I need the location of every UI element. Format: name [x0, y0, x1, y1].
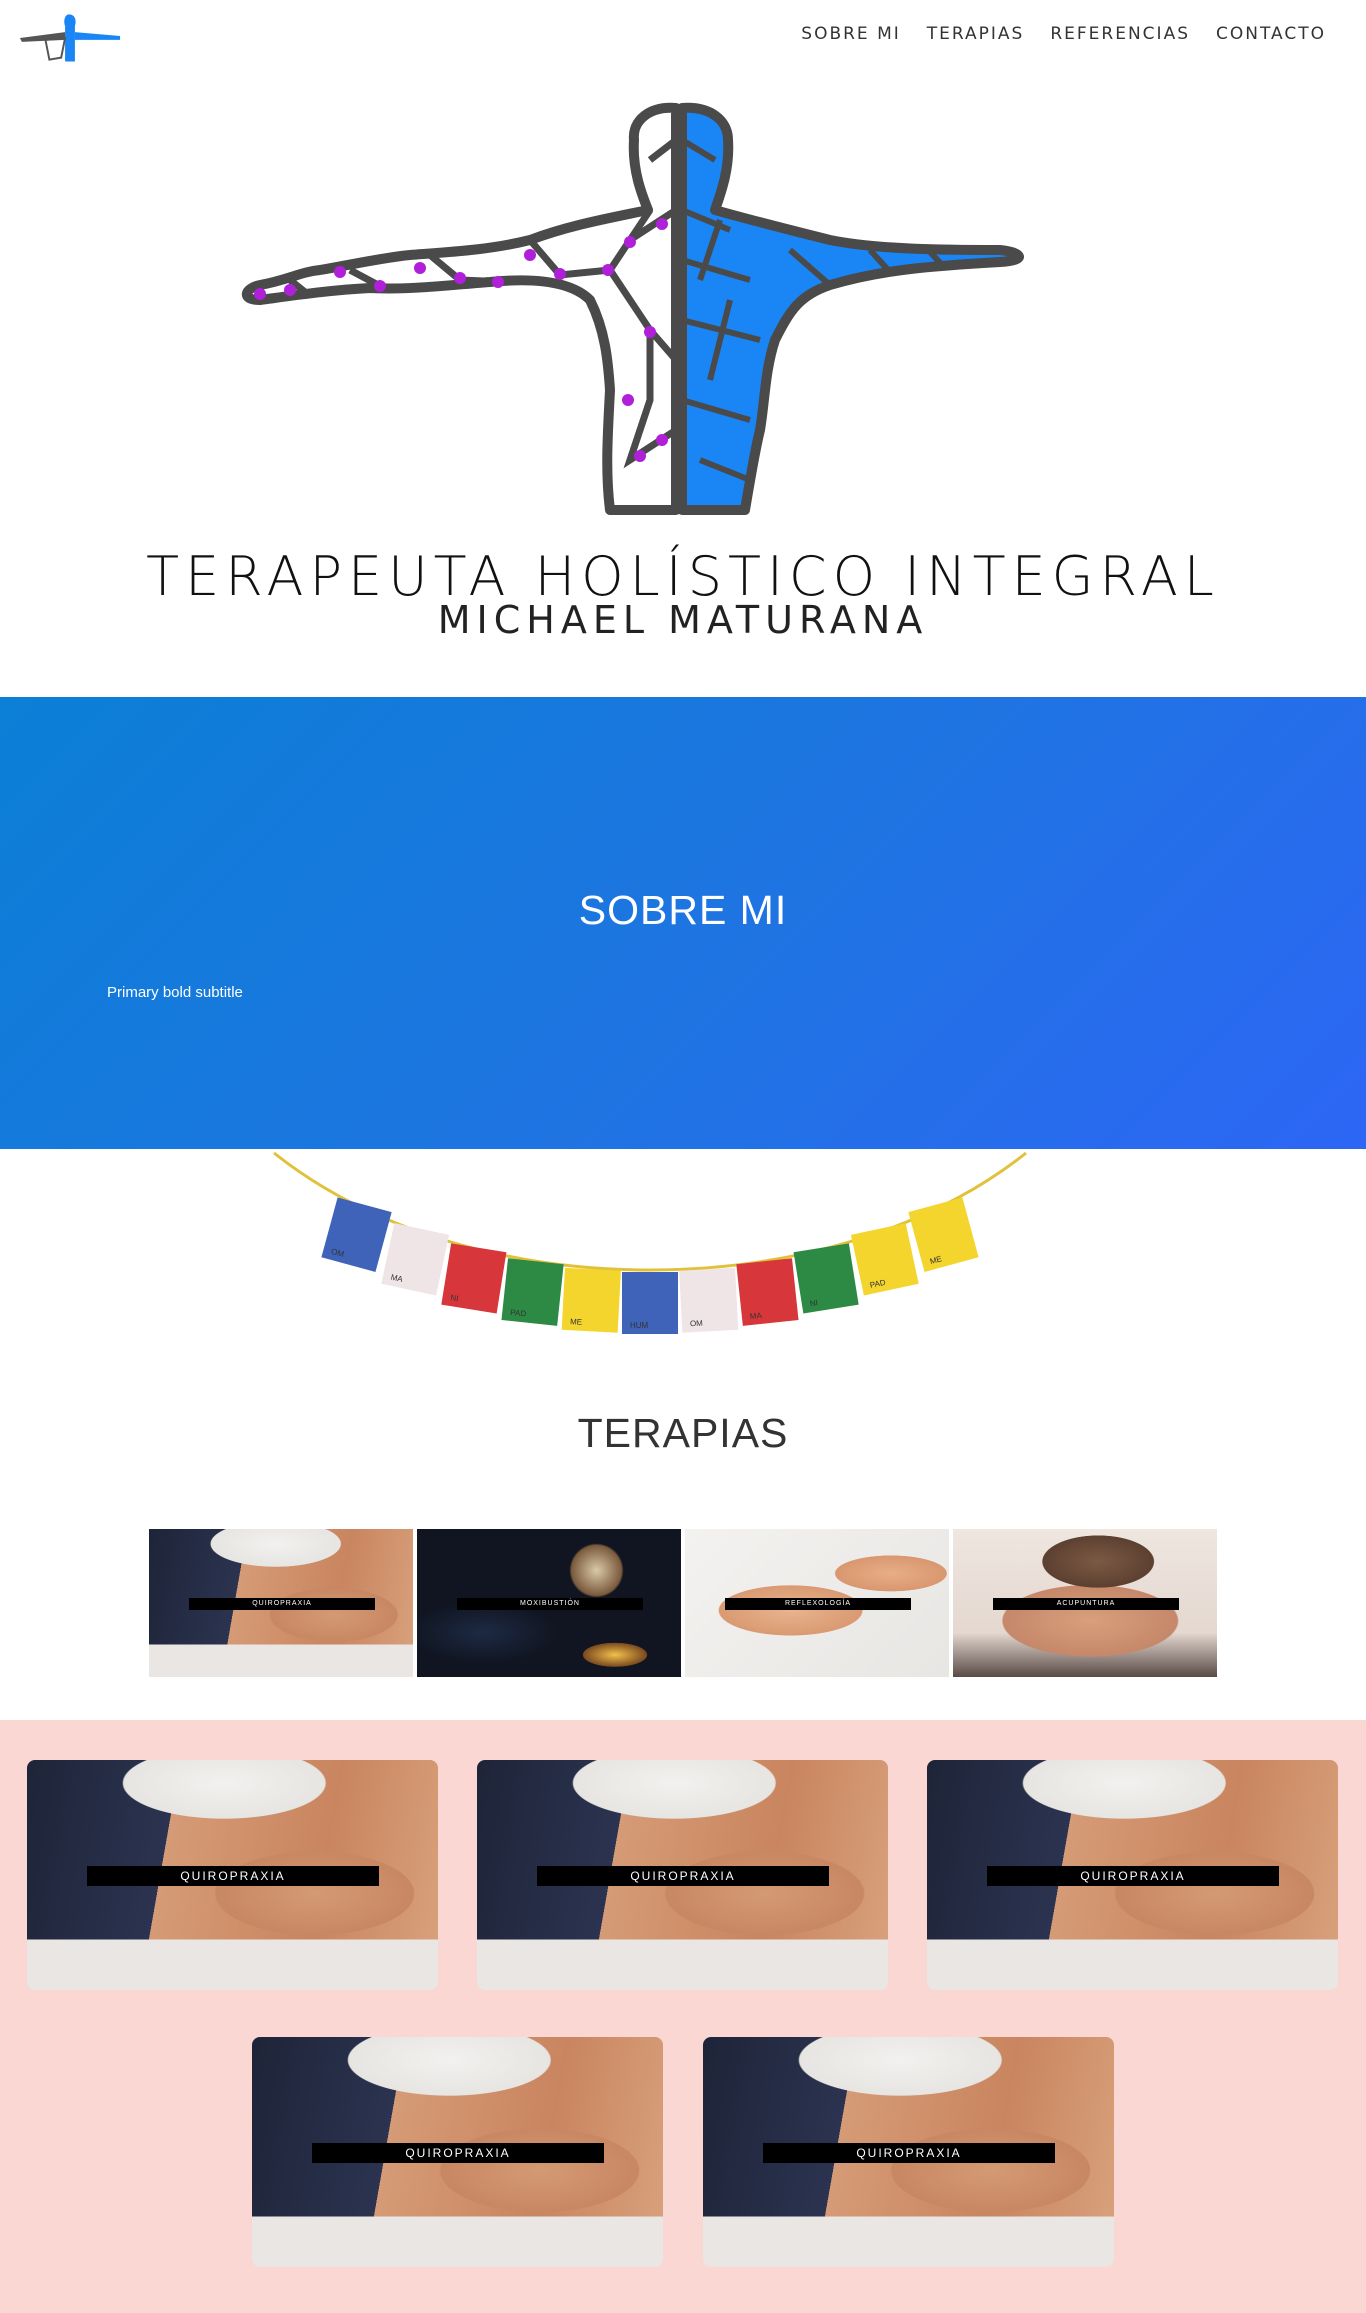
prayer-flag: ME	[561, 1267, 621, 1333]
prayer-flag: ME	[908, 1197, 979, 1272]
prayer-flag: PAD	[501, 1258, 564, 1326]
top-navigation: SOBRE MI TERAPIAS REFERENCIAS CONTACTO	[0, 0, 1366, 70]
therapy-card-label: QUIROPRAXIA	[87, 1866, 379, 1886]
therapy-card[interactable]: QUIROPRAXIA	[252, 2037, 663, 2267]
prayer-flag: PAD	[850, 1223, 919, 1296]
therapy-card-label: QUIROPRAXIA	[312, 2143, 604, 2163]
nav-link-contacto[interactable]: CONTACTO	[1216, 24, 1326, 44]
prayer-flag: MA	[736, 1258, 799, 1326]
prayer-flag-label: NI	[450, 1293, 459, 1303]
therapy-cards-section: QUIROPRAXIA QUIROPRAXIA QUIROPRAXIA QUIR…	[0, 1720, 1366, 2313]
about-title: SOBRE MI	[578, 887, 788, 933]
therapy-card[interactable]: QUIROPRAXIA	[477, 1760, 888, 1990]
thumbnail-label: REFLEXOLOGÍA	[725, 1598, 911, 1610]
page-subtitle: MICHAEL MATURANA	[437, 598, 929, 642]
prayer-flag-label: OM	[690, 1319, 704, 1329]
prayer-flag-label: HUM	[630, 1321, 649, 1330]
therapy-card[interactable]: QUIROPRAXIA	[27, 1760, 438, 1990]
thumbnail-label: MOXIBUSTIÓN	[457, 1598, 643, 1610]
prayer-flag: NI	[441, 1243, 507, 1314]
prayer-flag-label: NI	[809, 1298, 818, 1308]
thumbnail-label: ACUPUNTURA	[993, 1598, 1179, 1610]
prayer-flag-label: ME	[570, 1317, 582, 1327]
prayer-flag: OM	[321, 1197, 392, 1272]
logo-icon[interactable]	[16, 8, 124, 64]
prayer-flag: OM	[679, 1267, 739, 1333]
prayer-flags-image: OMMANIPADME HUM OMMANIPADME	[273, 1151, 1027, 1334]
therapy-card[interactable]: QUIROPRAXIA	[703, 2037, 1114, 2267]
therapy-card[interactable]: QUIROPRAXIA	[927, 1760, 1338, 1990]
prayer-flag: NI	[793, 1243, 859, 1314]
about-section: SOBRE MI Primary bold subtitle	[0, 697, 1366, 1149]
prayer-flag: HUM	[622, 1272, 678, 1334]
prayer-flag: MA	[381, 1223, 450, 1296]
therapies-thumbnails: QUIROPRAXIA MOXIBUSTIÓN REFLEXOLOGÍA ACU…	[149, 1529, 1217, 1677]
therapy-card-label: QUIROPRAXIA	[537, 1866, 829, 1886]
thumbnail-quiropraxia[interactable]: QUIROPRAXIA	[149, 1529, 413, 1677]
therapy-card-label: QUIROPRAXIA	[763, 2143, 1055, 2163]
prayer-flag-label: MA	[749, 1311, 763, 1321]
about-subtitle: Primary bold subtitle	[107, 984, 243, 1001]
nav-link-sobre-mi[interactable]: SOBRE MI	[801, 24, 900, 44]
prayer-flag-label: PAD	[510, 1308, 527, 1319]
thumbnail-acupuntura[interactable]: ACUPUNTURA	[953, 1529, 1217, 1677]
thumbnail-moxibustion[interactable]: MOXIBUSTIÓN	[417, 1529, 681, 1677]
therapy-card-label: QUIROPRAXIA	[987, 1866, 1279, 1886]
therapies-title: TERAPIAS	[577, 1410, 789, 1456]
nav-link-referencias[interactable]: REFERENCIAS	[1050, 24, 1190, 44]
thumbnail-reflexologia[interactable]: REFLEXOLOGÍA	[685, 1529, 949, 1677]
holistic-body-figure-logo	[241, 102, 1024, 515]
nav-link-terapias[interactable]: TERAPIAS	[927, 24, 1025, 44]
thumbnail-label: QUIROPRAXIA	[189, 1598, 375, 1610]
